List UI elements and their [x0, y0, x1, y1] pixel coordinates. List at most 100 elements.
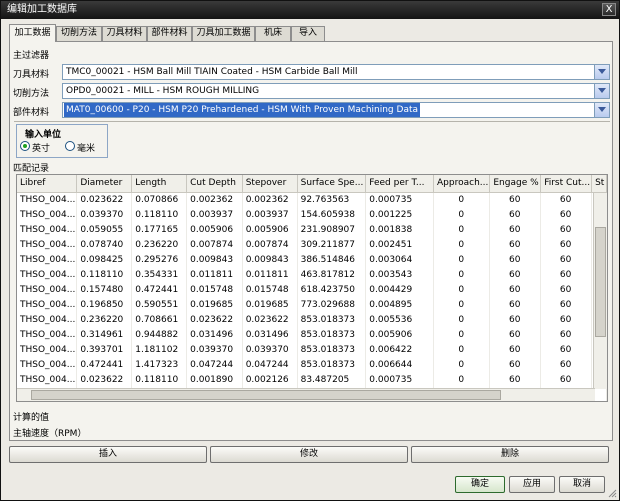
- column-header[interactable]: Engage %: [489, 175, 542, 193]
- table-cell: 0.007874: [242, 237, 298, 252]
- records-grid: Libref Diameter Length Cut Depth Stepover Sur…: [17, 175, 607, 401]
- tab-cut-method[interactable]: 切削方法: [56, 26, 102, 41]
- table-cell: 0.059055: [76, 222, 133, 237]
- table-cell: 0.295276: [131, 252, 188, 267]
- cut-method-label: 切削方法: [13, 89, 50, 99]
- table-cell: 92.763563: [297, 192, 367, 207]
- column-header[interactable]: Libref: [17, 175, 78, 193]
- table-row[interactable]: THSO_004... 0.118110 0.354331 0.011811 0.011…: [17, 267, 607, 282]
- table-cell: 60: [489, 372, 542, 387]
- table-cell: 0.002126: [242, 372, 298, 387]
- column-header[interactable]: St: [591, 175, 607, 193]
- column-header[interactable]: First Cut...: [540, 175, 593, 193]
- input-units-heading: 输入单位: [25, 130, 62, 140]
- table-cell: 0.472441: [131, 282, 188, 297]
- column-header[interactable]: Stepover: [242, 175, 298, 193]
- edit-machining-database-dialog: 编辑加工数据库 X 加工数据 切削方法 刀具材料 部件材料 刀具加工数据 机床 …: [0, 0, 620, 501]
- ok-button[interactable]: 确定: [455, 476, 505, 493]
- scrollbar-thumb[interactable]: [31, 390, 501, 400]
- table-cell: 60: [540, 207, 593, 222]
- tab-tool-machining-data[interactable]: 刀具加工数据: [192, 26, 255, 41]
- table-cell: 0.002451: [365, 237, 435, 252]
- table-row[interactable]: THSO_004... 0.314961 0.944882 0.031496 0.031…: [17, 327, 607, 342]
- table-cell: THSO_004...: [17, 222, 78, 237]
- table-cell: 0.023622: [76, 372, 133, 387]
- table-cell: 0: [433, 252, 491, 267]
- table-cell: 60: [489, 192, 542, 207]
- horizontal-scrollbar[interactable]: [17, 388, 595, 401]
- table-row[interactable]: THSO_004... 0.023622 0.118110 0.001890 0.002…: [17, 372, 607, 387]
- table-cell: 60: [540, 297, 593, 312]
- table-cell: 0: [433, 297, 491, 312]
- table-row[interactable]: THSO_004... 0.039370 0.118110 0.003937 0.003…: [17, 207, 607, 222]
- table-cell: 0.039370: [76, 207, 133, 222]
- column-header[interactable]: Length: [131, 175, 188, 193]
- table-cell: 0.003937: [186, 207, 243, 222]
- modify-button[interactable]: 修改: [210, 446, 408, 463]
- tab-part-material[interactable]: 部件材料: [147, 26, 192, 41]
- mm-radio[interactable]: [65, 141, 75, 151]
- cut-method-dropdown[interactable]: OPD0_00021 - MILL - HSM ROUGH MILLING: [62, 83, 610, 99]
- tab-tool-material[interactable]: 刀具材料: [102, 26, 147, 41]
- table-cell: 60: [540, 267, 593, 282]
- title-bar[interactable]: 编辑加工数据库 X: [1, 1, 619, 19]
- insert-button[interactable]: 插入: [9, 446, 207, 463]
- table-cell: 0.023622: [76, 192, 133, 207]
- table-cell: 0.003064: [365, 252, 435, 267]
- table-cell: THSO_004...: [17, 267, 78, 282]
- table-cell: 0.007874: [186, 237, 243, 252]
- table-row[interactable]: THSO_004... 0.157480 0.472441 0.015748 0.015…: [17, 282, 607, 297]
- tab-machine[interactable]: 机床: [255, 26, 291, 41]
- table-cell: 0.047244: [186, 357, 243, 372]
- table-row[interactable]: THSO_004... 0.078740 0.236220 0.007874 0.007…: [17, 237, 607, 252]
- column-header[interactable]: Feed per T...: [365, 175, 435, 193]
- table-cell: THSO_004...: [17, 297, 78, 312]
- table-row[interactable]: THSO_004... 0.059055 0.177165 0.005906 0.005…: [17, 222, 607, 237]
- delete-button[interactable]: 删除: [411, 446, 609, 463]
- table-cell: 0.023622: [186, 312, 243, 327]
- table-cell: 60: [540, 222, 593, 237]
- table-cell: 60: [489, 312, 542, 327]
- vertical-scrollbar[interactable]: [593, 193, 607, 389]
- scrollbar-thumb[interactable]: [595, 227, 606, 337]
- table-cell: 463.817812: [297, 267, 367, 282]
- table-cell: 853.018373: [297, 357, 367, 372]
- table-row[interactable]: THSO_004... 0.393701 1.181102 0.039370 0.039…: [17, 342, 607, 357]
- table-cell: 0.039370: [186, 342, 243, 357]
- table-cell: 0: [433, 342, 491, 357]
- part-material-dropdown[interactable]: MAT0_00600 - P20 - HSM P20 Prehardened -…: [62, 102, 610, 118]
- column-header[interactable]: Cut Depth: [186, 175, 243, 193]
- column-header[interactable]: Approach...: [433, 175, 491, 193]
- table-row[interactable]: THSO_004... 0.196850 0.590551 0.019685 0.019…: [17, 297, 607, 312]
- resize-grip-icon[interactable]: [608, 489, 617, 498]
- radio-dot-icon: [23, 144, 27, 148]
- table-cell: 0.236220: [76, 312, 133, 327]
- table-row[interactable]: THSO_004... 0.098425 0.295276 0.009843 0.009…: [17, 252, 607, 267]
- table-cell: 0: [433, 207, 491, 222]
- table-cell: 386.514846: [297, 252, 367, 267]
- table-cell: 0.003543: [365, 267, 435, 282]
- tab-import[interactable]: 导入: [291, 26, 325, 41]
- table-row[interactable]: THSO_004... 0.023622 0.070866 0.002362 0.002…: [17, 192, 607, 207]
- table-row[interactable]: THSO_004... 0.236220 0.708661 0.023622 0.023…: [17, 312, 607, 327]
- chevron-down-icon[interactable]: [594, 103, 609, 117]
- apply-button[interactable]: 应用: [509, 476, 555, 493]
- tool-material-dropdown[interactable]: TMC0_00021 - HSM Ball Mill TIAIN Coated …: [62, 64, 610, 80]
- close-button[interactable]: X: [602, 3, 616, 16]
- table-cell: 0.001890: [186, 372, 243, 387]
- tab-machining-data[interactable]: 加工数据: [9, 24, 56, 42]
- table-cell: 853.018373: [297, 312, 367, 327]
- table-cell: 0: [433, 267, 491, 282]
- cancel-button[interactable]: 取消: [559, 476, 605, 493]
- table-cell: 0: [433, 222, 491, 237]
- part-material-value: MAT0_00600 - P20 - HSM P20 Prehardened -…: [64, 103, 420, 117]
- inch-radio[interactable]: [20, 141, 30, 151]
- table-cell: 60: [489, 297, 542, 312]
- table-cell: 0.354331: [131, 267, 188, 282]
- column-header[interactable]: Surface Spe...: [297, 175, 367, 193]
- table-row[interactable]: THSO_004... 0.472441 1.417323 0.047244 0.047…: [17, 357, 607, 372]
- chevron-down-icon[interactable]: [594, 65, 609, 79]
- chevron-down-icon[interactable]: [594, 84, 609, 98]
- table-cell: 0.001225: [365, 207, 435, 222]
- column-header[interactable]: Diameter: [76, 175, 133, 193]
